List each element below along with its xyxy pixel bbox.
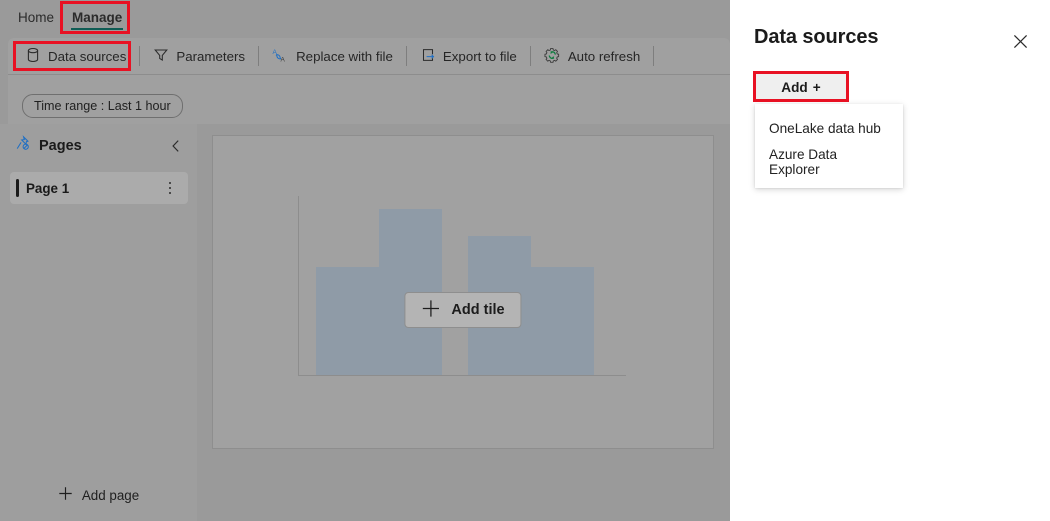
toolbar-divider — [653, 46, 655, 66]
plus-icon — [421, 299, 440, 322]
filter-bar: Time range : Last 1 hour — [8, 74, 730, 125]
add-page-button[interactable]: Add page — [0, 478, 197, 512]
menu-item-onelake-data-hub[interactable]: OneLake data hub — [755, 114, 903, 142]
toolbar-divider — [139, 46, 141, 66]
dimmed-app-background: Home Manage Data sources Parameters A A … — [0, 0, 730, 521]
menu-item-azure-data-explorer-label: Azure Data Explorer — [769, 147, 838, 177]
menu-item-azure-data-explorer[interactable]: Azure Data Explorer — [755, 147, 903, 177]
tab-manage[interactable]: Manage — [62, 0, 132, 35]
dashboard-canvas: Add tile — [197, 124, 730, 521]
chart-bar — [531, 267, 594, 375]
pages-pane-header: Pages — [0, 124, 197, 168]
tab-active-underline — [71, 27, 124, 30]
ribbon-tabbar: Home Manage — [0, 0, 730, 35]
svg-text:A: A — [281, 56, 286, 63]
auto-refresh-icon — [544, 47, 561, 66]
add-data-source-button[interactable]: Add + — [755, 73, 847, 102]
menu-item-onelake-data-hub-label: OneLake data hub — [769, 120, 881, 136]
toolbar-item-data-sources-label: Data sources — [48, 48, 127, 64]
pages-pane-title: Pages — [39, 138, 82, 154]
toolbar-item-export-to-file[interactable]: Export to file — [411, 43, 526, 69]
more-options-icon[interactable] — [162, 178, 178, 198]
toolbar-item-parameters-label: Parameters — [176, 48, 246, 64]
chart-y-axis — [298, 196, 299, 376]
close-icon[interactable] — [1007, 28, 1033, 54]
toolbar-divider — [258, 46, 260, 66]
toolbar-item-replace-with-file[interactable]: A A Replace with file — [263, 43, 402, 69]
database-icon — [25, 47, 41, 66]
chart-x-axis — [298, 375, 626, 376]
tab-home[interactable]: Home — [8, 0, 64, 35]
plus-glyph: + — [812, 80, 821, 95]
command-toolbar: Data sources Parameters A A Replace with… — [8, 38, 730, 74]
time-range-label: Time range : Last 1 hour — [34, 99, 171, 113]
toolbar-divider — [405, 46, 407, 66]
chart-placeholder — [298, 196, 626, 376]
toolbar-item-parameters[interactable]: Parameters — [144, 43, 254, 69]
app-root: Home Manage Data sources Parameters A A … — [0, 0, 1050, 521]
funnel-icon — [153, 47, 169, 66]
toolbar-divider — [529, 46, 531, 66]
replace-font-icon: A A — [272, 47, 289, 66]
toolbar-item-auto-refresh-label: Auto refresh — [567, 48, 641, 64]
panel-title: Data sources — [754, 26, 879, 48]
tab-manage-label: Manage — [72, 10, 123, 25]
pin-off-icon[interactable] — [14, 135, 31, 157]
chart-bar — [316, 267, 379, 375]
toolbar-item-export-to-file-label: Export to file — [442, 48, 517, 64]
page-list-item-page-1[interactable]: Page 1 — [10, 172, 188, 204]
toolbar-item-auto-refresh[interactable]: Auto refresh — [535, 43, 649, 69]
add-tile-button[interactable]: Add tile — [404, 292, 522, 328]
page-selected-indicator — [16, 179, 19, 197]
plus-icon — [58, 486, 73, 504]
empty-tile-card: Add tile — [212, 135, 714, 449]
time-range-pill[interactable]: Time range : Last 1 hour — [22, 94, 183, 118]
add-data-source-menu: OneLake data hub Azure Data Explorer — [755, 104, 903, 188]
chevron-left-icon[interactable] — [167, 137, 185, 155]
page-list-item-label: Page 1 — [26, 180, 70, 196]
add-tile-label: Add tile — [451, 302, 505, 318]
pages-pane: Pages Page 1 Add page — [0, 124, 198, 521]
toolbar-item-replace-with-file-label: Replace with file — [296, 48, 393, 64]
add-data-source-label: Add — [781, 80, 808, 95]
export-file-icon — [420, 47, 436, 66]
toolbar-item-data-sources[interactable]: Data sources — [16, 43, 135, 69]
add-page-label: Add page — [81, 487, 140, 503]
tab-home-label: Home — [18, 10, 55, 25]
